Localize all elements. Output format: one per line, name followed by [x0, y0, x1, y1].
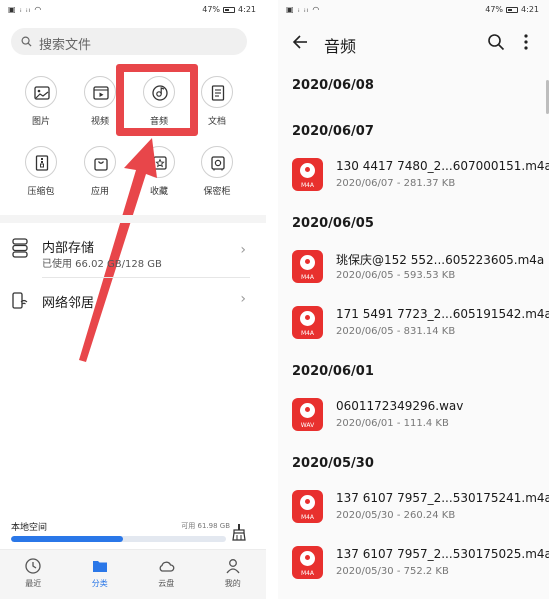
- file-manager-categories-screen: ▣ ᵢ ᵢₗ ◠ 47% 4:21 搜索文件 图片 视频 音频 文档 压缩包 应…: [0, 0, 266, 599]
- audio-file-row[interactable]: M4A 137 6107 7957_2...530175241.m4a 2020/0…: [278, 488, 549, 528]
- file-date-size: 2020/06/07 - 281.37 KB: [336, 178, 456, 189]
- file-date-size: 2020/05/30 - 260.24 KB: [336, 510, 456, 521]
- date-group-header: 2020/06/08: [292, 78, 374, 93]
- storage-progress-fill: [11, 536, 123, 542]
- storage-title: 内部存储: [42, 241, 95, 256]
- row-divider: [42, 277, 250, 278]
- file-name: 171 5491 7723_2...605191542.m4a: [336, 307, 549, 321]
- audio-file-row[interactable]: M4A 137 6107 7957_2...530175025.m4a 2020/0…: [278, 544, 549, 584]
- clean-broom-icon[interactable]: [231, 523, 247, 541]
- file-date-size: 2020/06/05 - 831.14 KB: [336, 326, 456, 337]
- tab-label: 我的: [224, 579, 241, 588]
- date-group-header: 2020/06/05: [292, 216, 374, 231]
- storage-usage: 已使用 66.02 GB/128 GB: [42, 259, 162, 270]
- chevron-right-icon: ›: [240, 291, 246, 307]
- audio-file-icon: M4A: [292, 306, 323, 339]
- battery-icon: [506, 6, 519, 13]
- tab-me[interactable]: 我的: [200, 550, 267, 599]
- file-extension-label: M4A: [300, 330, 315, 337]
- status-bar: ▣ ᵢ ᵢₗ ◠ 47% 4:21: [278, 0, 549, 20]
- audio-file-icon: M4A: [292, 158, 323, 191]
- audio-file-icon: M4A: [292, 546, 323, 579]
- file-name: 137 6107 7957_2...530175025.m4a: [336, 547, 549, 561]
- audio-file-row[interactable]: M4A 珧保庆@152 552...605223605.m4a 2020/06/05…: [278, 248, 549, 288]
- annotation-arrow: [79, 138, 157, 362]
- storage-progress-bar: [11, 536, 226, 542]
- page-title: 音频: [324, 37, 357, 56]
- bottom-tab-bar: 最近 分类 云盘 我的: [0, 549, 266, 599]
- tab-recent[interactable]: 最近: [0, 550, 67, 599]
- audio-file-icon: M4A: [292, 490, 323, 523]
- search-icon[interactable]: [487, 33, 505, 51]
- date-group-header: 2020/05/30: [292, 456, 374, 471]
- file-extension-label: M4A: [300, 182, 315, 189]
- more-options-icon[interactable]: [523, 33, 529, 51]
- audio-file-icon: M4A: [292, 250, 323, 283]
- clock-time: 4:21: [521, 5, 539, 14]
- audio-file-row[interactable]: M4A 130 4417 7480_2...607000151.m4a 2020/0…: [278, 156, 549, 196]
- tab-cloud[interactable]: 云盘: [133, 550, 200, 599]
- audio-list-screen: ▣ ᵢ ᵢₗ ◠ 47% 4:21 音频 2020/06/08 2020/06/0…: [278, 0, 549, 599]
- person-icon: [226, 559, 240, 574]
- file-name: 137 6107 7957_2...530175241.m4a: [336, 491, 549, 505]
- file-extension-label: M4A: [300, 570, 315, 577]
- clock-icon: [25, 558, 41, 574]
- local-space-free: 可用 61.98 GB: [181, 522, 230, 530]
- audio-file-row[interactable]: WAV 0601172349296.wav 2020/06/01 - 111.4 K…: [278, 396, 549, 436]
- file-name: 0601172349296.wav: [336, 399, 464, 413]
- cloud-icon: [159, 561, 175, 572]
- tab-label: 最近: [25, 579, 42, 588]
- file-date-size: 2020/06/01 - 111.4 KB: [336, 418, 449, 429]
- storage-icon: [12, 238, 28, 258]
- status-right: 47% 4:21: [485, 5, 539, 14]
- file-date-size: 2020/05/30 - 752.2 KB: [336, 566, 449, 577]
- tab-label: 云盘: [158, 579, 175, 588]
- screen-gap: [266, 0, 278, 599]
- network-title: 网络邻居: [42, 296, 95, 311]
- section-divider: [0, 215, 266, 223]
- file-extension-label: WAV: [300, 422, 315, 429]
- audio-file-icon: WAV: [292, 398, 323, 431]
- date-group-header: 2020/06/01: [292, 364, 374, 379]
- back-arrow-icon[interactable]: [292, 34, 308, 50]
- audio-file-row[interactable]: M4A 171 5491 7723_2...605191542.m4a 2020/0…: [278, 304, 549, 344]
- file-extension-label: M4A: [300, 274, 315, 281]
- status-indicators: ▣ ᵢ ᵢₗ ◠: [286, 5, 321, 14]
- tab-label: 分类: [91, 579, 108, 588]
- file-extension-label: M4A: [300, 514, 315, 521]
- chevron-right-icon: ›: [240, 242, 246, 258]
- file-name: 130 4417 7480_2...607000151.m4a: [336, 159, 549, 173]
- screenshot-pair: ▣ ᵢ ᵢₗ ◠ 47% 4:21 搜索文件 图片 视频 音频 文档 压缩包 应…: [0, 0, 549, 599]
- date-group-header: 2020/06/07: [292, 124, 374, 139]
- tab-categories[interactable]: 分类: [67, 550, 134, 599]
- file-date-size: 2020/06/05 - 593.53 KB: [336, 270, 456, 281]
- battery-percent: 47%: [485, 5, 504, 14]
- network-device-icon: [12, 292, 28, 309]
- folder-icon: [92, 561, 107, 572]
- local-space-title: 本地空间: [11, 523, 48, 533]
- file-name: 珧保庆@152 552...605223605.m4a: [336, 253, 545, 267]
